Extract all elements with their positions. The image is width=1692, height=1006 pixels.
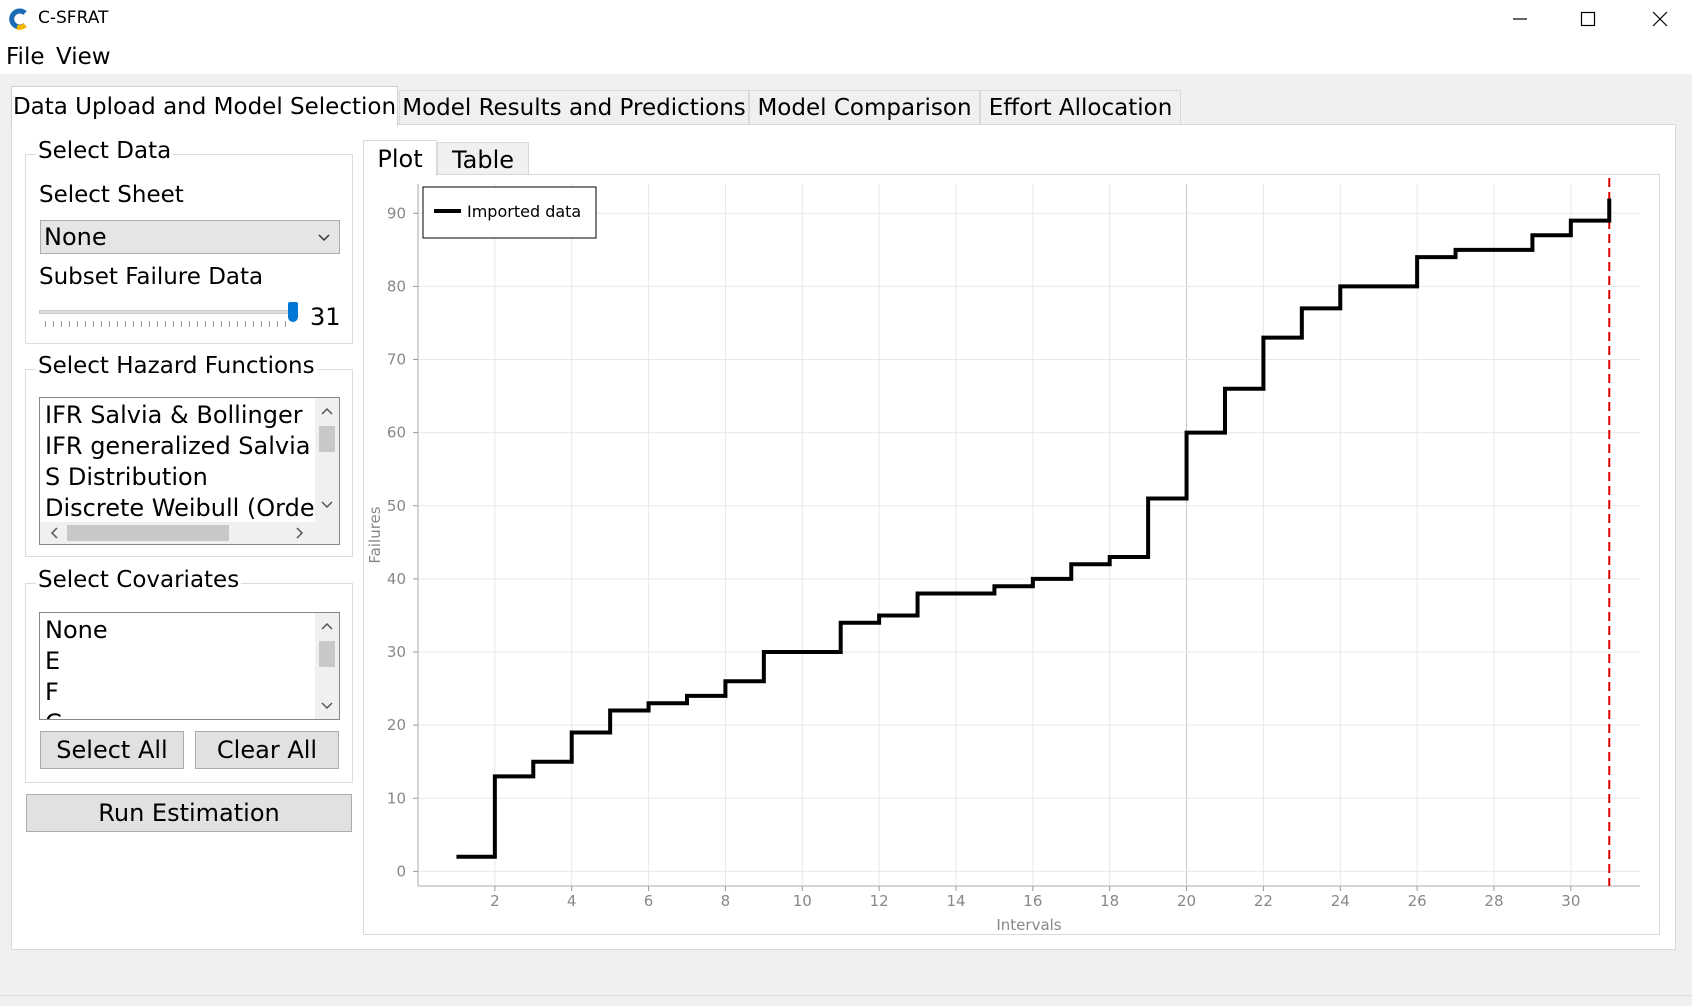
x-tick-label: 14 xyxy=(946,892,965,910)
list-item[interactable]: IFR Salvia & Bollinger xyxy=(45,401,303,429)
list-item[interactable]: IFR generalized Salvia & Bollinger xyxy=(45,432,339,460)
minimize-button[interactable] xyxy=(1490,0,1550,38)
list-item[interactable]: E xyxy=(45,647,60,675)
subset-slider-groove[interactable] xyxy=(39,310,294,314)
subset-slider-value: 31 xyxy=(310,303,341,331)
minimize-icon xyxy=(1513,18,1527,20)
list-item[interactable]: None xyxy=(45,616,108,644)
clear-all-button[interactable]: Clear All xyxy=(195,731,339,769)
y-tick-label: 10 xyxy=(387,789,406,807)
chevron-down-icon xyxy=(318,234,330,242)
legend-label: Imported data xyxy=(467,202,581,221)
tab-data-upload[interactable]: Data Upload and Model Selection xyxy=(11,86,398,126)
window-title: C-SFRAT xyxy=(38,8,109,28)
scrollbar-arrows-icon xyxy=(319,407,335,509)
sheet-select-value: None xyxy=(44,223,107,251)
maximize-icon xyxy=(1580,11,1596,27)
tab-plot[interactable]: Plot xyxy=(363,140,437,176)
failures-chart: 2 4 6 8 10 12 14 16 18 20 22 24 26 28 3001020304050607… xyxy=(366,178,1640,934)
list-item[interactable]: S Distribution xyxy=(45,463,208,491)
x-tick-label: 12 xyxy=(870,892,889,910)
select-all-button[interactable]: Select All xyxy=(40,731,184,769)
select-data-title: Select Data xyxy=(36,138,174,164)
x-tick-label: 24 xyxy=(1331,892,1350,910)
tab-table[interactable]: Table xyxy=(437,142,529,176)
menu-view[interactable]: View xyxy=(56,44,111,70)
select-sheet-label: Select Sheet xyxy=(39,182,184,208)
x-tick-label: 28 xyxy=(1484,892,1503,910)
y-tick-label: 0 xyxy=(396,862,406,880)
tab-model-comparison[interactable]: Model Comparison xyxy=(749,90,980,124)
y-tick-label: 60 xyxy=(387,424,406,442)
x-tick-label: 30 xyxy=(1561,892,1580,910)
y-axis-label: Failures xyxy=(366,506,384,563)
menu-bar: File View xyxy=(0,38,1692,74)
vertical-scrollbar[interactable] xyxy=(315,613,339,719)
scrollbar-arrows-icon xyxy=(319,622,335,710)
horizontal-scrollbar[interactable] xyxy=(40,522,339,544)
title-bar: C-SFRAT xyxy=(0,0,1692,38)
x-tick-label: 8 xyxy=(721,892,731,910)
x-axis-label: Intervals xyxy=(996,916,1061,934)
sheet-select[interactable]: None xyxy=(40,220,340,254)
status-bar xyxy=(0,995,1692,1006)
y-tick-label: 20 xyxy=(387,716,406,734)
x-tick-label: 10 xyxy=(793,892,812,910)
list-item[interactable]: Discrete Weibull (Order 2) xyxy=(45,494,339,522)
x-tick-label: 18 xyxy=(1100,892,1119,910)
covariates-list[interactable]: None E F C xyxy=(39,612,340,720)
y-tick-label: 50 xyxy=(387,497,406,515)
slider-ticks xyxy=(45,321,286,327)
tab-effort-allocation[interactable]: Effort Allocation xyxy=(980,90,1181,124)
maximize-button[interactable] xyxy=(1558,0,1618,38)
subset-failure-label: Subset Failure Data xyxy=(39,264,264,290)
close-icon xyxy=(1652,11,1668,27)
horizontal-scrollbar-arrows-icon xyxy=(50,525,304,541)
run-estimation-button[interactable]: Run Estimation xyxy=(26,794,352,832)
close-button[interactable] xyxy=(1630,0,1690,38)
y-tick-label: 70 xyxy=(387,351,406,369)
list-item[interactable]: F xyxy=(45,678,59,706)
hazard-functions-list[interactable]: IFR Salvia & Bollinger IFR generalized S… xyxy=(39,397,340,545)
y-tick-label: 40 xyxy=(387,570,406,588)
y-tick-label: 30 xyxy=(387,643,406,661)
x-tick-label: 16 xyxy=(1023,892,1042,910)
hazard-functions-title: Select Hazard Functions xyxy=(36,353,317,379)
x-tick-label: 26 xyxy=(1408,892,1427,910)
x-tick-label: 2 xyxy=(490,892,500,910)
x-tick-label: 6 xyxy=(644,892,654,910)
list-item[interactable]: C xyxy=(45,709,62,719)
vertical-scrollbar[interactable] xyxy=(315,398,339,522)
y-tick-label: 90 xyxy=(387,204,406,222)
x-tick-label: 22 xyxy=(1254,892,1273,910)
subset-slider-handle[interactable] xyxy=(288,302,298,322)
menu-file[interactable]: File xyxy=(6,44,45,70)
tab-model-results[interactable]: Model Results and Predictions xyxy=(399,90,749,124)
y-tick-label: 80 xyxy=(387,277,406,295)
app-logo-icon xyxy=(9,8,27,30)
x-tick-label: 20 xyxy=(1177,892,1196,910)
x-tick-label: 4 xyxy=(567,892,577,910)
covariates-title: Select Covariates xyxy=(36,567,242,593)
